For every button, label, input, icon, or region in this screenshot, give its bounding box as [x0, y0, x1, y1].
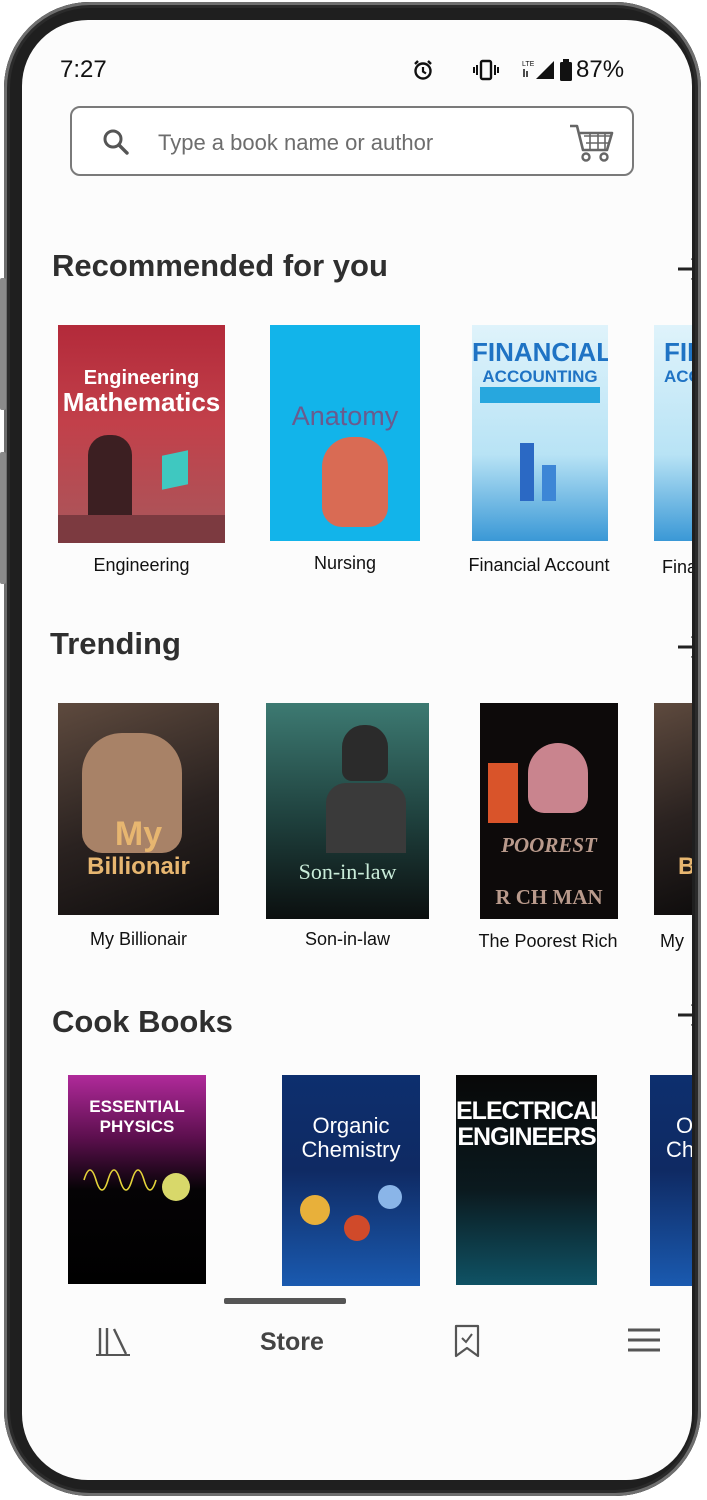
cover-title: Chemistry — [301, 1137, 401, 1162]
bottom-nav: Store — [22, 1290, 692, 1410]
volume-button — [0, 278, 6, 410]
power-button — [0, 452, 6, 584]
cover-title: Ch — [666, 1137, 692, 1162]
arrow-right-icon[interactable] — [678, 254, 692, 284]
cover-title: ESSENTIAL — [89, 1097, 185, 1116]
book-label: Son-in-law — [304, 929, 391, 949]
book-cover[interactable]: Engineering Mathematics — [58, 325, 225, 543]
status-bar: 7:27 LTE 87% — [22, 20, 692, 120]
book-label: Fina — [662, 557, 692, 577]
status-time: 7:27 — [60, 56, 107, 83]
book-cover[interactable]: FIN ACC — [654, 325, 692, 541]
book-cover[interactable]: Anatomy — [270, 325, 420, 541]
cover-title: Billionair — [87, 853, 190, 880]
library-icon[interactable] — [96, 1326, 130, 1361]
book-cover[interactable]: Son-in-law — [266, 703, 429, 919]
cover-title: O — [676, 1113, 692, 1138]
book-cover[interactable]: POOREST R CH MAN — [480, 703, 618, 919]
cover-title: PHYSICS — [99, 1117, 175, 1136]
signal-icon: LTE — [522, 59, 556, 81]
cover-title: Anatomy — [291, 401, 399, 431]
cover-title: FINANCIAL — [472, 337, 608, 367]
cover-title: POOREST — [501, 833, 597, 857]
cover-title: ACCOUNTING — [482, 367, 598, 386]
vibrate-icon — [472, 59, 500, 81]
book-cover[interactable]: ELECTRICAL ENGINEERS — [456, 1075, 597, 1285]
book-label: The Poorest Rich — [478, 931, 618, 951]
book-label: Engineering — [93, 555, 190, 575]
alarm-icon — [412, 59, 434, 81]
cover-title: Son-in-law — [298, 859, 397, 884]
tab-store[interactable]: Store — [260, 1328, 324, 1357]
svg-text:LTE: LTE — [522, 61, 535, 68]
book-cover[interactable]: Organic Chemistry — [282, 1075, 420, 1286]
arrow-right-icon[interactable] — [678, 632, 692, 662]
book-label: My — [660, 931, 684, 951]
search-bar[interactable] — [70, 106, 634, 176]
cover-title: My — [114, 815, 163, 853]
book-cover[interactable]: B — [654, 703, 692, 915]
section-title-trending: Trending — [50, 626, 181, 661]
book-cover[interactable]: O Ch — [650, 1075, 692, 1286]
cover-title: Organic — [312, 1113, 390, 1138]
book-label: Nursing — [313, 553, 377, 573]
battery-icon — [560, 59, 572, 81]
cart-icon[interactable] — [568, 122, 616, 169]
menu-icon[interactable] — [628, 1328, 660, 1357]
book-label: My Billionair — [89, 929, 188, 949]
battery-percent: 87% — [576, 56, 625, 83]
section-title-recommended: Recommended for you — [52, 248, 388, 283]
arrow-right-icon[interactable] — [678, 1000, 692, 1030]
book-cover[interactable]: FINANCIAL ACCOUNTING — [472, 325, 608, 541]
bookmark-icon[interactable] — [454, 1324, 480, 1363]
book-cover[interactable]: My Billionair — [58, 703, 219, 915]
cover-title: ENGINEERS — [457, 1123, 596, 1151]
status-icons: LTE 87% — [412, 56, 624, 84]
cover-title: R CH MAN — [495, 885, 603, 909]
cover-title: ELECTRICAL — [456, 1097, 597, 1125]
search-input[interactable] — [156, 126, 550, 160]
search-icon[interactable] — [102, 128, 130, 161]
screen: 7:27 LTE 87% Recommen — [22, 20, 692, 1480]
cover-title: Mathematics — [62, 387, 221, 417]
book-label: Financial Account — [468, 555, 610, 575]
book-cover[interactable]: ESSENTIAL PHYSICS — [68, 1075, 206, 1284]
section-title-cook-books: Cook Books — [52, 1004, 233, 1039]
active-tab-indicator — [224, 1298, 346, 1304]
